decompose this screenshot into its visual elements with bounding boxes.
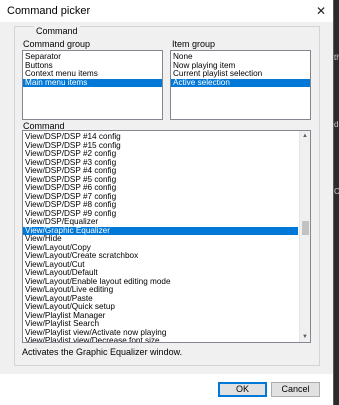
command-group-list-item[interactable]: Main menu items — [23, 78, 162, 87]
title-bar[interactable]: Command picker ✕ — [0, 0, 333, 22]
item-group-items: None Now playing item Current playlist sel… — [171, 53, 310, 87]
command-group-label: Command group — [23, 39, 91, 49]
item-group-list-item[interactable]: None — [171, 53, 310, 62]
command-list-item[interactable]: View/Graphic Equalizer — [23, 226, 298, 235]
item-group-list-item[interactable]: Now playing item — [171, 62, 310, 71]
item-group-list-item[interactable]: Current playlist selection — [171, 70, 310, 79]
scrollbar-thumb[interactable] — [302, 221, 309, 235]
dialog-title: Command picker — [7, 5, 91, 17]
command-list-item[interactable]: View/DSP/Equalizer — [23, 218, 298, 227]
command-list-item[interactable]: View/DSP/DSP #2 config — [23, 150, 298, 159]
scroll-down-arrow-icon[interactable]: ▼ — [300, 332, 310, 342]
command-list-item[interactable]: View/DSP/DSP #15 config — [23, 142, 298, 151]
background-text: d — [334, 120, 339, 129]
command-list-scrollbar[interactable]: ▲ ▼ — [299, 131, 310, 342]
ok-button[interactable]: OK — [218, 382, 267, 397]
command-list-item[interactable]: View/DSP/DSP #14 config — [23, 133, 298, 142]
dialog-body: Command Command group Separator Buttons Co… — [0, 22, 333, 374]
background-window: th d C — [334, 0, 339, 405]
cancel-button[interactable]: Cancel — [271, 382, 320, 397]
command-list-item[interactable]: View/Layout/Paste — [23, 295, 298, 304]
command-list-item[interactable]: View/DSP/DSP #8 config — [23, 201, 298, 210]
command-list-item[interactable]: View/DSP/DSP #6 config — [23, 184, 298, 193]
command-list[interactable]: View/DSP/DSP #14 config View/DSP/DSP #15 … — [22, 130, 311, 343]
groupbox-title: Command — [34, 26, 80, 36]
command-group-list-item[interactable]: Buttons — [23, 62, 162, 71]
background-text: th — [334, 53, 339, 62]
command-list-item[interactable]: View/DSP/DSP #7 config — [23, 193, 298, 202]
close-icon[interactable]: ✕ — [313, 3, 329, 19]
command-list-item[interactable]: View/Layout/Quick setup — [23, 303, 298, 312]
command-list-item[interactable]: View/Playlist Search — [23, 320, 298, 329]
command-list-item[interactable]: View/Layout/Enable layout editing mode — [23, 278, 298, 287]
command-group-list-item[interactable]: Context menu items — [23, 70, 162, 79]
command-group-list-item[interactable]: Separator — [23, 53, 162, 62]
command-list-item[interactable]: View/Layout/Live editing — [23, 286, 298, 295]
command-description: Activates the Graphic Equalizer window. — [22, 347, 183, 357]
command-list-item[interactable]: View/Playlist view/Decrease font size — [23, 337, 298, 342]
command-list-item[interactable]: View/Playlist view/Activate now playing — [23, 329, 298, 338]
command-list-item[interactable]: View/DSP/DSP #4 config — [23, 167, 298, 176]
command-items: View/DSP/DSP #14 config View/DSP/DSP #15 … — [23, 133, 298, 342]
command-list-item[interactable]: View/DSP/DSP #5 config — [23, 176, 298, 185]
item-group-list[interactable]: None Now playing item Current playlist sel… — [170, 50, 311, 120]
command-list-item[interactable]: View/Layout/Create scratchbox — [23, 252, 298, 261]
command-list-item[interactable]: View/Layout/Cut — [23, 261, 298, 270]
command-list-item[interactable]: View/Hide — [23, 235, 298, 244]
command-group-list[interactable]: Separator Buttons Context menu items Main m… — [22, 50, 163, 120]
command-picker-dialog: Command picker ✕ Command Command group S… — [0, 0, 334, 405]
command-list-item[interactable]: View/Playlist Manager — [23, 312, 298, 321]
command-list-item[interactable]: View/DSP/DSP #3 config — [23, 159, 298, 168]
item-group-list-item[interactable]: Active selection — [171, 78, 310, 87]
command-list-item[interactable]: View/Layout/Copy — [23, 244, 298, 253]
scroll-up-arrow-icon[interactable]: ▲ — [300, 131, 310, 141]
command-list-item[interactable]: View/DSP/DSP #9 config — [23, 210, 298, 219]
background-text: C — [334, 187, 339, 196]
command-list-item[interactable]: View/Layout/Default — [23, 269, 298, 278]
item-group-label: Item group — [172, 39, 216, 49]
command-group-items: Separator Buttons Context menu items Main m… — [23, 53, 162, 87]
